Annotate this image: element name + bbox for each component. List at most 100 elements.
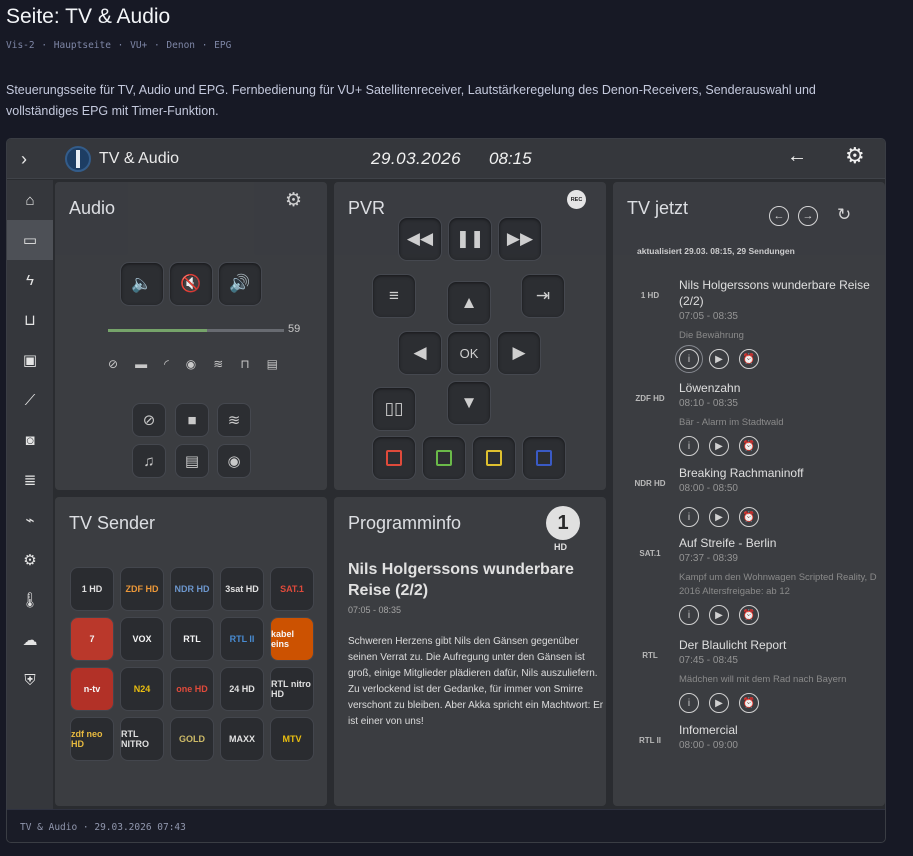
source-tv-off-button[interactable]: ⊘: [132, 403, 166, 437]
channel-logo: 1 HD: [640, 290, 660, 300]
tv-sender-title: TV Sender: [69, 513, 156, 533]
channel-button[interactable]: GOLD: [170, 717, 214, 761]
usb-icon[interactable]: ⊓: [240, 357, 249, 371]
chart-icon[interactable]: ⟋: [7, 380, 53, 420]
channel-button[interactable]: RTL NITRO: [120, 717, 164, 761]
channel-button[interactable]: zdf neo HD: [70, 717, 114, 761]
footer-bar: TV & Audio · 29.03.2026 07:43: [7, 809, 885, 842]
channel-button[interactable]: 1 HD: [70, 567, 114, 611]
channel-hd-label: HD: [554, 542, 567, 552]
play-icon[interactable]: ▶: [709, 605, 729, 625]
channel-button[interactable]: SAT.1: [270, 567, 314, 611]
info-icon[interactable]: i: [679, 693, 699, 713]
channel-button[interactable]: 7: [70, 617, 114, 661]
channel-button[interactable]: RTL II: [220, 617, 264, 661]
channel-button[interactable]: 24 HD: [220, 667, 264, 711]
channel-button[interactable]: kabel eins: [270, 617, 314, 661]
channel-button[interactable]: RTL: [170, 617, 214, 661]
weather-icon[interactable]: ☁: [7, 620, 53, 660]
channel-button[interactable]: VOX: [120, 617, 164, 661]
cast-icon[interactable]: ◜: [164, 357, 169, 371]
source-camera-button[interactable]: ■: [175, 403, 209, 437]
play-icon[interactable]: ▶: [709, 436, 729, 456]
entry-subtitle: Die Bewährung: [679, 330, 744, 341]
channel-button[interactable]: n-tv: [70, 667, 114, 711]
up-arrow-button[interactable]: ▲: [447, 281, 491, 325]
tv-now-tile: TV jetzt ← → ↻ aktualisiert 29.03. 08:15…: [613, 182, 885, 806]
channel-button[interactable]: MAXX: [220, 717, 264, 761]
tv-off-icon[interactable]: ⊘: [108, 357, 118, 371]
radio-icon[interactable]: ▤: [267, 357, 278, 371]
source-disc-button[interactable]: ◉: [217, 444, 251, 478]
refresh-icon[interactable]: ↻: [837, 205, 851, 225]
source-spotify-button[interactable]: ≋: [217, 403, 251, 437]
channel-button[interactable]: MTV: [270, 717, 314, 761]
play-icon[interactable]: ▶: [709, 507, 729, 527]
alarm-clock-icon[interactable]: ⏰: [739, 507, 759, 527]
channel-button[interactable]: N24: [120, 667, 164, 711]
alarm-clock-icon[interactable]: ⏰: [739, 436, 759, 456]
back-arrow-icon[interactable]: ←: [787, 145, 807, 168]
rewind-button[interactable]: ◀◀: [398, 217, 442, 261]
right-arrow-button[interactable]: ▶: [497, 331, 541, 375]
fast-forward-button[interactable]: ▶▶: [498, 217, 542, 261]
channel-button[interactable]: 3sat HD: [220, 567, 264, 611]
shield-icon[interactable]: ⛨: [7, 660, 53, 700]
home-icon[interactable]: ⌂: [7, 180, 53, 220]
play-icon[interactable]: ▶: [709, 693, 729, 713]
next-icon[interactable]: →: [798, 206, 818, 226]
chevron-right-icon[interactable]: ›: [21, 149, 27, 170]
settings-icon[interactable]: ⚙: [7, 540, 53, 580]
yellow-button[interactable]: [472, 436, 516, 480]
bus-icon[interactable]: ▬: [135, 357, 147, 371]
sofa-icon[interactable]: ⊔: [7, 300, 53, 340]
channel-button[interactable]: RTL nitro HD: [270, 667, 314, 711]
ok-button[interactable]: OK: [447, 331, 491, 375]
red-button[interactable]: [372, 436, 416, 480]
thermometer-icon[interactable]: 🌡: [7, 580, 53, 620]
alarm-clock-icon[interactable]: ⏰: [739, 605, 759, 625]
entry-subtitle: Bär - Alarm im Stadtwald: [679, 417, 784, 428]
channel-button[interactable]: ZDF HD: [120, 567, 164, 611]
info-icon[interactable]: i: [679, 436, 699, 456]
volume-up-button[interactable]: 🔊: [218, 262, 262, 306]
entry-time: 07:05 - 08:35: [679, 311, 738, 322]
left-arrow-button[interactable]: ◀: [398, 331, 442, 375]
blue-button[interactable]: [522, 436, 566, 480]
lightning-icon[interactable]: ϟ: [7, 260, 53, 300]
alarm-clock-icon[interactable]: ⏰: [739, 693, 759, 713]
program-title: Nils Holgerssons wunderbare Reise (2/2): [348, 561, 574, 599]
channel-button[interactable]: NDR HD: [170, 567, 214, 611]
prev-icon[interactable]: ←: [769, 206, 789, 226]
pause-button[interactable]: ❚❚: [448, 217, 492, 261]
router-icon[interactable]: ⌁: [7, 500, 53, 540]
entry-title: Auf Streife - Berlin: [679, 536, 777, 550]
exit-button[interactable]: ⇥: [521, 274, 565, 318]
mute-button[interactable]: 🔇: [169, 262, 213, 306]
fridge-icon[interactable]: ▣: [7, 340, 53, 380]
entry-subtitle: Mädchen will mit dem Rad nach Bayern: [679, 674, 847, 685]
epg-book-button[interactable]: ▯▯: [372, 387, 416, 431]
alarm-clock-icon[interactable]: ⏰: [739, 349, 759, 369]
down-arrow-button[interactable]: ▼: [447, 381, 491, 425]
audio-settings-icon[interactable]: ⚙: [285, 189, 302, 212]
server-icon[interactable]: ≣: [7, 460, 53, 500]
play-icon[interactable]: ▶: [709, 349, 729, 369]
green-button[interactable]: [422, 436, 466, 480]
volume-down-button[interactable]: 🔈: [120, 262, 164, 306]
rec-badge[interactable]: REC: [567, 190, 586, 209]
info-icon[interactable]: i: [679, 507, 699, 527]
record-icon[interactable]: ◉: [186, 357, 196, 371]
source-media-button[interactable]: ♫: [132, 444, 166, 478]
cast-icon[interactable]: ▭: [7, 220, 53, 260]
entry-time: 08:10 - 08:35: [679, 398, 738, 409]
info-icon[interactable]: i: [675, 345, 703, 373]
volume-slider[interactable]: [108, 329, 284, 332]
camera-icon[interactable]: ◙: [7, 420, 53, 460]
source-radio-button[interactable]: ▤: [175, 444, 209, 478]
gear-icon[interactable]: ⚙: [845, 143, 865, 169]
info-icon[interactable]: i: [679, 605, 699, 625]
channel-button[interactable]: one HD: [170, 667, 214, 711]
menu-button[interactable]: ≡: [372, 274, 416, 318]
spotify-icon[interactable]: ≋: [213, 357, 223, 371]
